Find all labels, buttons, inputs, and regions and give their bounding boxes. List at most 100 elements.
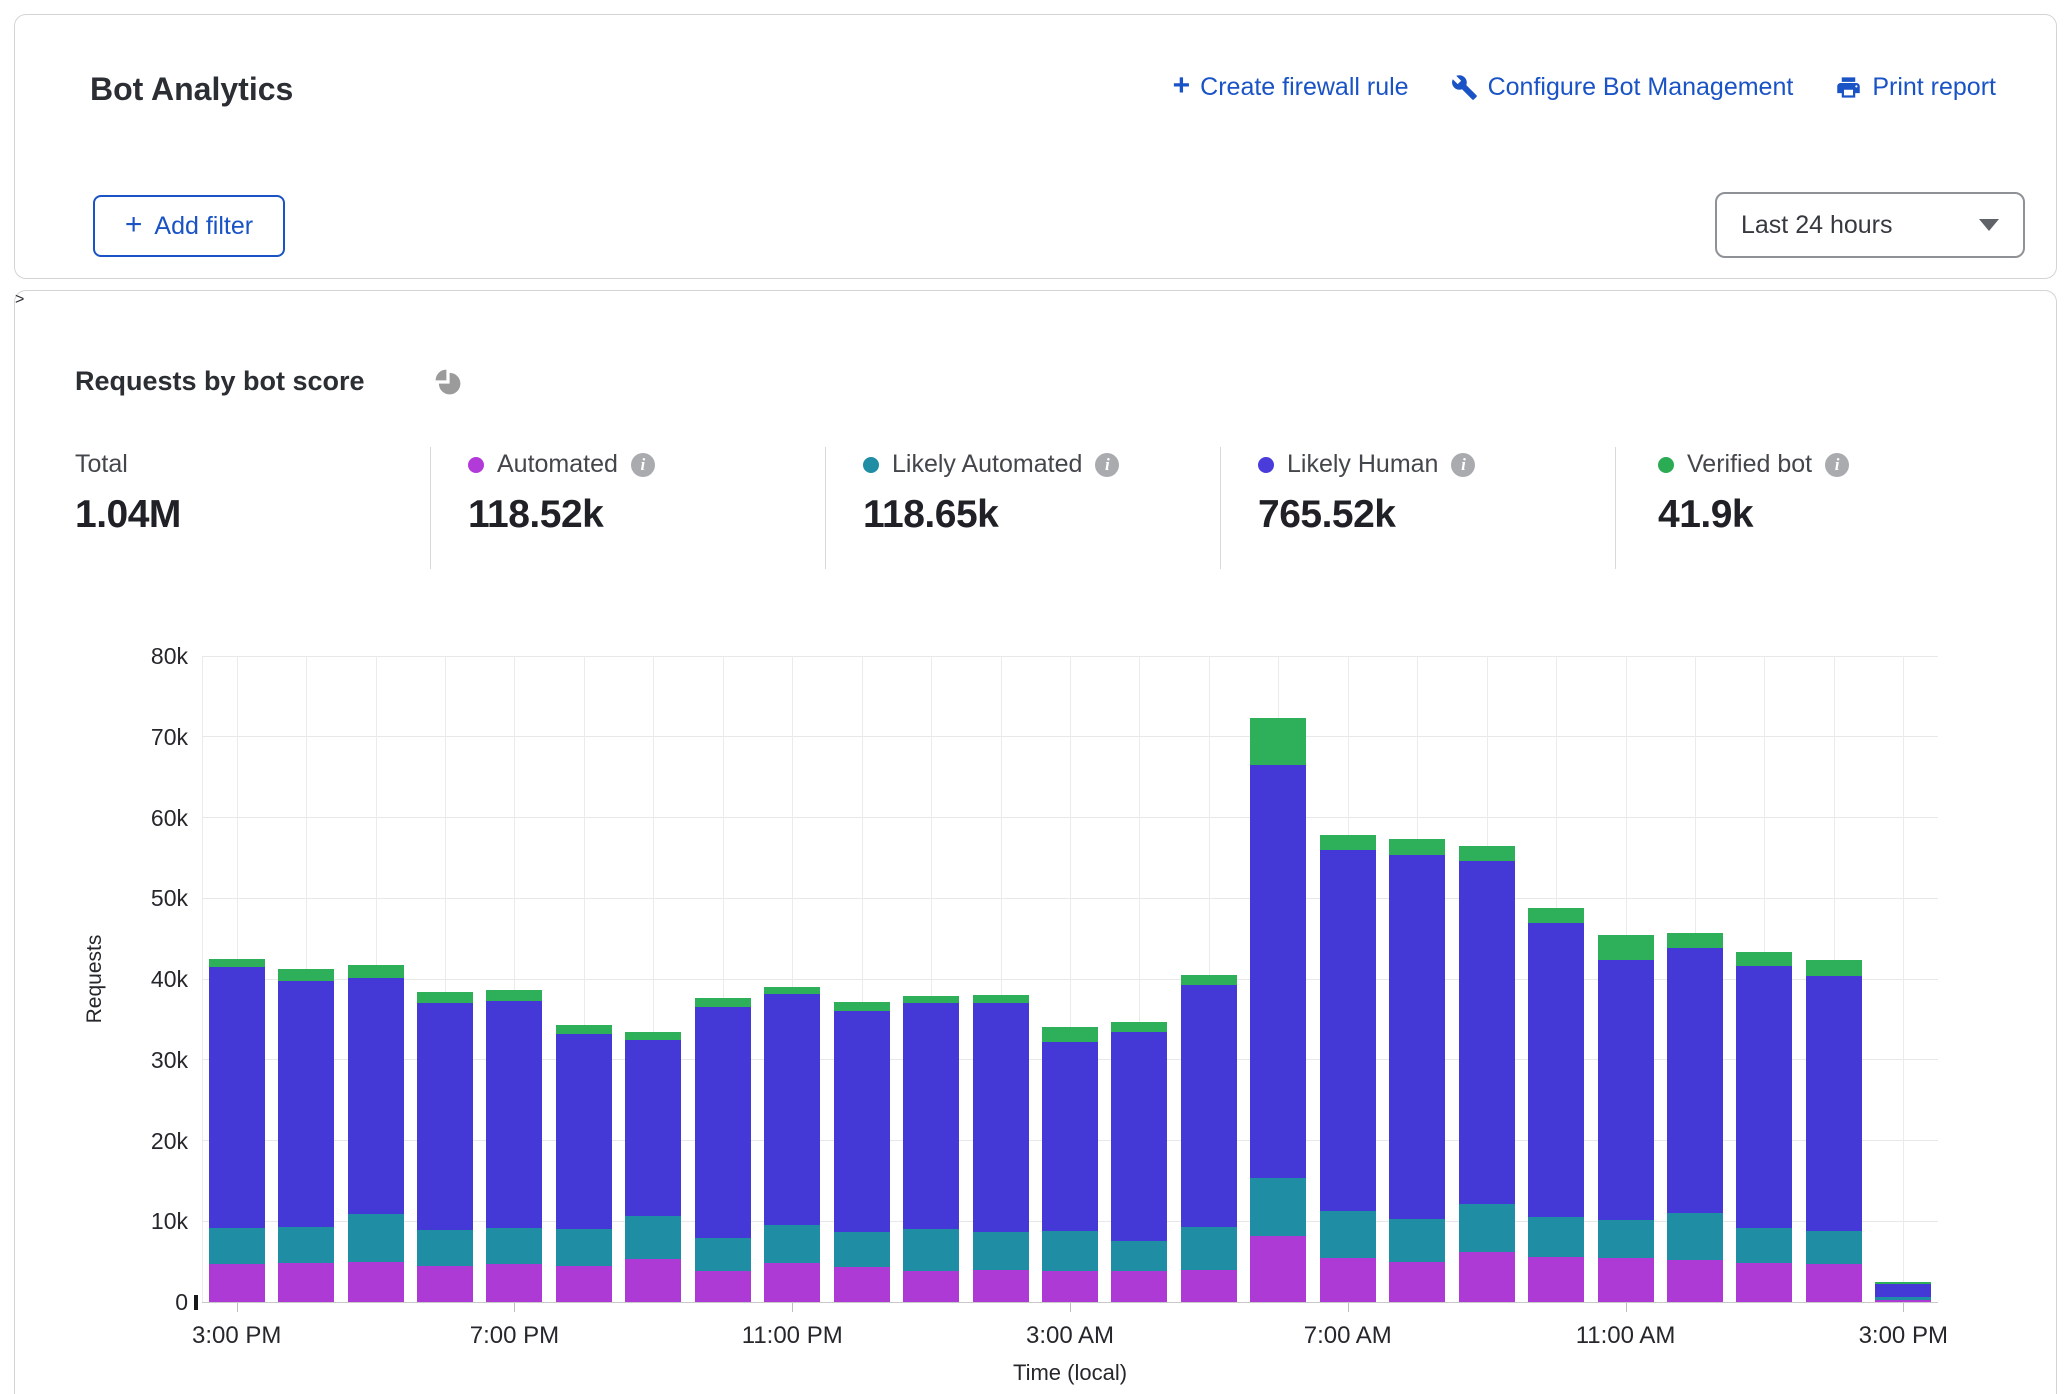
bar-segment-likely-human[interactable]: [1389, 855, 1445, 1218]
info-icon[interactable]: i: [631, 453, 655, 477]
bar-segment-likely-automated[interactable]: [695, 1238, 751, 1270]
bar-segment-automated[interactable]: [1806, 1264, 1862, 1302]
bar-segment-likely-human[interactable]: [1181, 985, 1237, 1226]
bar-segment-automated[interactable]: [1111, 1271, 1167, 1302]
bar-segment-automated[interactable]: [278, 1263, 334, 1302]
bar-segment-likely-human[interactable]: [1528, 923, 1584, 1217]
bar-segment-likely-automated[interactable]: [1111, 1241, 1167, 1271]
bar-segment-automated[interactable]: [1598, 1258, 1654, 1302]
bar-segment-automated[interactable]: [1181, 1270, 1237, 1302]
bar-segment-likely-automated[interactable]: [903, 1229, 959, 1271]
bar-segment-likely-human[interactable]: [556, 1034, 612, 1229]
bar-segment-likely-automated[interactable]: [1806, 1231, 1862, 1264]
bar-segment-likely-human[interactable]: [903, 1003, 959, 1229]
bar-segment-automated[interactable]: [1320, 1258, 1376, 1302]
bar-segment-automated[interactable]: [1736, 1263, 1792, 1302]
bar-segment-automated[interactable]: [1389, 1262, 1445, 1302]
bar-segment-verified-bot[interactable]: [1598, 935, 1654, 960]
add-filter-button[interactable]: + Add filter: [93, 195, 285, 257]
time-range-select[interactable]: Last 24 hours: [1715, 192, 2025, 258]
bar-segment-likely-human[interactable]: [1111, 1032, 1167, 1241]
bar-segment-automated[interactable]: [625, 1259, 681, 1302]
bar-segment-verified-bot[interactable]: [695, 998, 751, 1007]
bar-segment-verified-bot[interactable]: [1250, 718, 1306, 765]
bar-segment-verified-bot[interactable]: [1806, 960, 1862, 975]
bar-segment-likely-automated[interactable]: [348, 1214, 404, 1262]
bar-segment-verified-bot[interactable]: [348, 965, 404, 978]
bar-segment-likely-human[interactable]: [1459, 861, 1515, 1204]
bar-segment-automated[interactable]: [1250, 1236, 1306, 1302]
bar-segment-automated[interactable]: [764, 1263, 820, 1302]
bar-segment-automated[interactable]: [695, 1271, 751, 1302]
bar-segment-likely-human[interactable]: [1875, 1284, 1931, 1297]
bar-segment-verified-bot[interactable]: [625, 1032, 681, 1039]
bar-segment-likely-automated[interactable]: [764, 1225, 820, 1263]
bar-segment-likely-automated[interactable]: [973, 1232, 1029, 1270]
bar-segment-likely-human[interactable]: [1806, 976, 1862, 1231]
bar-segment-automated[interactable]: [1459, 1252, 1515, 1302]
bar-segment-likely-automated[interactable]: [1459, 1204, 1515, 1252]
bar-segment-likely-automated[interactable]: [1250, 1178, 1306, 1235]
bar-segment-verified-bot[interactable]: [1459, 846, 1515, 861]
bar-segment-automated[interactable]: [1667, 1260, 1723, 1302]
bar-segment-verified-bot[interactable]: [834, 1002, 890, 1012]
bar-segment-automated[interactable]: [1528, 1257, 1584, 1302]
bar-segment-verified-bot[interactable]: [486, 990, 542, 1001]
bar-segment-verified-bot[interactable]: [1667, 933, 1723, 948]
bar-segment-automated[interactable]: [973, 1270, 1029, 1302]
bar-segment-verified-bot[interactable]: [1042, 1027, 1098, 1042]
bar-segment-automated[interactable]: [834, 1267, 890, 1302]
bar-segment-verified-bot[interactable]: [556, 1025, 612, 1034]
bar-segment-likely-automated[interactable]: [1181, 1227, 1237, 1270]
bar-segment-likely-human[interactable]: [1667, 948, 1723, 1213]
configure-bot-management-link[interactable]: Configure Bot Management: [1451, 73, 1794, 102]
bar-segment-likely-automated[interactable]: [486, 1228, 542, 1264]
info-icon[interactable]: i: [1451, 453, 1475, 477]
bar-segment-likely-automated[interactable]: [417, 1230, 473, 1266]
bar-segment-verified-bot[interactable]: [1389, 839, 1445, 855]
bar-segment-verified-bot[interactable]: [1528, 908, 1584, 923]
bar-segment-verified-bot[interactable]: [973, 995, 1029, 1003]
bar-segment-likely-automated[interactable]: [1389, 1219, 1445, 1262]
bar-segment-likely-human[interactable]: [1736, 966, 1792, 1228]
bar-segment-automated[interactable]: [556, 1266, 612, 1302]
bar-segment-likely-human[interactable]: [834, 1011, 890, 1231]
bar-segment-verified-bot[interactable]: [1736, 952, 1792, 967]
bar-segment-verified-bot[interactable]: [209, 959, 265, 967]
info-icon[interactable]: i: [1095, 453, 1119, 477]
bar-segment-likely-automated[interactable]: [278, 1227, 334, 1263]
bar-segment-likely-human[interactable]: [209, 967, 265, 1228]
bar-segment-automated[interactable]: [1042, 1271, 1098, 1302]
create-firewall-rule-link[interactable]: + Create firewall rule: [1173, 73, 1409, 102]
bar-segment-automated[interactable]: [417, 1266, 473, 1302]
bar-segment-automated[interactable]: [209, 1264, 265, 1302]
bar-segment-verified-bot[interactable]: [1320, 835, 1376, 850]
bar-segment-verified-bot[interactable]: [417, 992, 473, 1003]
bar-segment-likely-human[interactable]: [695, 1007, 751, 1238]
bar-segment-verified-bot[interactable]: [1875, 1282, 1931, 1284]
info-icon[interactable]: i: [1825, 453, 1849, 477]
bar-segment-likely-human[interactable]: [1250, 765, 1306, 1178]
bar-segment-verified-bot[interactable]: [764, 987, 820, 994]
bar-segment-likely-human[interactable]: [973, 1003, 1029, 1232]
bar-segment-automated[interactable]: [348, 1262, 404, 1302]
bar-segment-likely-human[interactable]: [1042, 1042, 1098, 1231]
bar-segment-verified-bot[interactable]: [903, 996, 959, 1003]
bar-segment-likely-automated[interactable]: [1528, 1217, 1584, 1257]
bar-segment-likely-automated[interactable]: [1598, 1220, 1654, 1258]
bar-segment-likely-human[interactable]: [625, 1040, 681, 1217]
bar-segment-likely-automated[interactable]: [556, 1229, 612, 1266]
bar-segment-automated[interactable]: [1875, 1300, 1931, 1302]
bar-segment-likely-human[interactable]: [1320, 850, 1376, 1211]
bar-segment-automated[interactable]: [903, 1271, 959, 1302]
bar-segment-likely-automated[interactable]: [209, 1228, 265, 1264]
bar-segment-likely-automated[interactable]: [834, 1232, 890, 1268]
bar-segment-likely-human[interactable]: [348, 978, 404, 1214]
bar-segment-automated[interactable]: [486, 1264, 542, 1302]
bar-segment-verified-bot[interactable]: [1111, 1022, 1167, 1032]
bar-segment-likely-human[interactable]: [278, 981, 334, 1226]
bar-segment-likely-human[interactable]: [764, 994, 820, 1225]
bar-segment-likely-human[interactable]: [417, 1003, 473, 1230]
bar-segment-verified-bot[interactable]: [1181, 975, 1237, 985]
bar-segment-likely-human[interactable]: [1598, 960, 1654, 1221]
